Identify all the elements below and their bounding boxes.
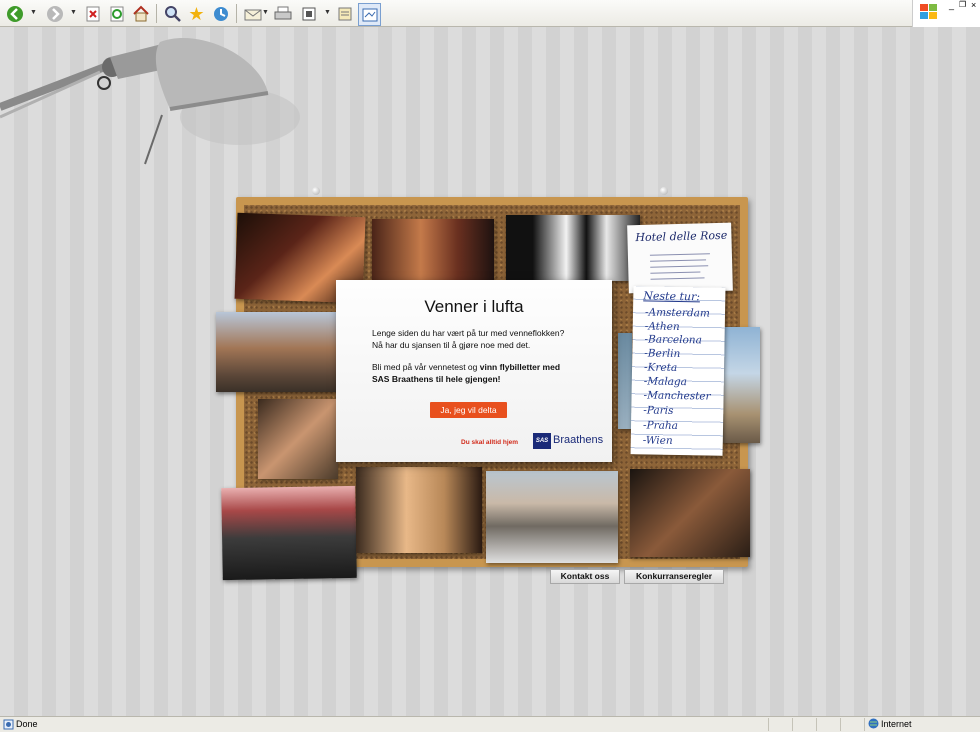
beach-photo	[722, 327, 760, 443]
destination-item: -Manchester	[643, 389, 711, 403]
mail-dropdown-icon[interactable]: ▼	[262, 9, 269, 16]
card-title: Venner i lufta	[424, 297, 524, 316]
history-icon[interactable]	[210, 3, 231, 24]
destination-item: -Wien	[642, 434, 673, 447]
minimize-button[interactable]: _	[949, 0, 954, 10]
close-button[interactable]: ×	[971, 0, 976, 10]
card-intro-line1: Lenge siden du har vært på tur med venne…	[372, 328, 565, 338]
destination-item: -Paris	[643, 404, 674, 417]
forward-icon[interactable]	[44, 3, 65, 24]
join-button[interactable]: Ja, jeg vil delta	[430, 402, 507, 418]
refresh-icon[interactable]	[106, 3, 127, 24]
contact-link[interactable]: Kontakt oss	[550, 569, 620, 584]
pin-icon	[660, 187, 668, 195]
destination-item: -Praha	[642, 419, 679, 433]
city-square-photo	[216, 312, 336, 392]
friends-photo	[372, 219, 494, 285]
card-offer: Bli med på vår vennetest og vinn flybill…	[372, 361, 602, 385]
hotel-card: Hotel delle Rose	[627, 222, 733, 294]
pin-icon	[312, 187, 320, 195]
card-intro-line2: Nå har du sjansen til å gjøre noe med de…	[372, 340, 531, 350]
cafe-photo	[630, 469, 750, 557]
edit-dropdown-icon[interactable]: ▼	[324, 9, 331, 16]
windows-logo-icon: _ ❐ ×	[912, 0, 980, 27]
destination-item: -Berlin	[644, 347, 681, 361]
restore-button[interactable]: ❐	[959, 0, 966, 9]
tagline: Du skal alltid hjem	[461, 439, 519, 446]
page-status-icon	[3, 719, 14, 732]
destination-item: -Barcelona	[644, 333, 702, 347]
destination-item: -Amsterdam	[644, 306, 710, 320]
messenger-icon[interactable]	[358, 3, 381, 26]
smiling-girls-photo	[356, 467, 482, 553]
browser-toolbar: ▼ ▼ ★ ▼ ▼ _ ❐ ×	[0, 0, 980, 27]
status-bar: Done Internet	[0, 716, 980, 732]
print-icon[interactable]	[272, 3, 293, 24]
status-text: Done	[16, 719, 38, 729]
rooftop-photo	[486, 471, 618, 563]
destinations-notepad: Neste tur: -Amsterdam -Athen -Barcelona …	[630, 286, 726, 456]
internet-zone-icon	[868, 718, 879, 731]
card-offer-text: Bli med på vår vennetest og	[372, 362, 480, 372]
card-offer-bold2: SAS Braathens til hele gjengen!	[372, 374, 501, 384]
sas-logo: SAS	[533, 433, 551, 449]
braathens-logo: Braathens	[553, 434, 604, 446]
rules-link[interactable]: Konkurranseregler	[624, 569, 724, 584]
discuss-icon[interactable]	[334, 3, 355, 24]
football-team-photo	[221, 485, 357, 581]
card-intro: Lenge siden du har vært på tur med venne…	[372, 327, 602, 351]
notepad-title: Neste tur:	[643, 289, 701, 304]
zone-text: Internet	[881, 719, 912, 729]
search-icon[interactable]	[162, 3, 183, 24]
stop-icon[interactable]	[82, 3, 103, 24]
silhouette-photo	[506, 215, 640, 281]
destination-item: -Malaga	[643, 375, 688, 389]
back-icon[interactable]	[4, 3, 25, 24]
edit-icon[interactable]	[298, 3, 319, 24]
destination-item: -Kreta	[643, 361, 678, 374]
card-offer-bold1: vinn flybilletter med	[479, 362, 561, 372]
home-icon[interactable]	[130, 3, 151, 24]
back-dropdown-icon[interactable]: ▼	[30, 9, 37, 16]
hotel-card-title: Hotel delle Rose	[635, 228, 728, 245]
desk-lamp-image	[0, 38, 300, 165]
restaurant-photo	[258, 399, 338, 479]
sky-photo	[618, 333, 632, 429]
mail-icon[interactable]	[242, 3, 263, 24]
page-content: Hotel delle Rose Neste tur: -Amsterdam -…	[0, 27, 980, 716]
destination-item: -Athen	[644, 320, 680, 334]
favorites-icon[interactable]: ★	[186, 3, 207, 24]
forward-dropdown-icon[interactable]: ▼	[70, 9, 77, 16]
